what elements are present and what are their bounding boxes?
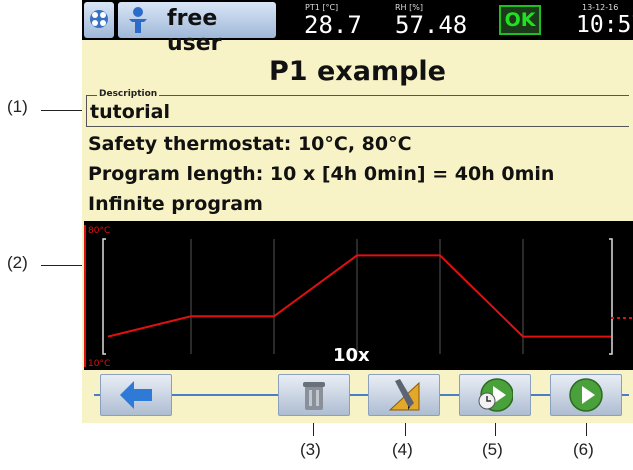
callout-2-leader xyxy=(41,265,86,266)
edit-pencil-ruler-icon xyxy=(388,379,420,411)
start-button[interactable] xyxy=(550,374,622,416)
home-icon xyxy=(90,10,108,28)
callout-6-leader xyxy=(586,421,587,436)
back-button[interactable] xyxy=(100,374,172,416)
description-caption: Description xyxy=(97,89,160,99)
back-arrow-icon xyxy=(120,381,152,409)
user-icon xyxy=(129,7,147,33)
user-button[interactable]: free user xyxy=(118,2,276,56)
callout-1: (1) xyxy=(7,97,28,116)
callout-3: (3) xyxy=(300,440,321,459)
callout-5-leader xyxy=(495,421,496,436)
description-field[interactable]: Description tutorial xyxy=(86,89,629,127)
status-ok-badge[interactable]: OK xyxy=(499,5,541,35)
callout-5: (5) xyxy=(482,440,503,459)
device-screen: free user PT1 [°C] 28.7 RH [%] 57.48 OK … xyxy=(82,0,633,423)
graph-profile-line xyxy=(107,254,611,338)
callout-6: (6) xyxy=(573,440,594,459)
bottom-toolbar xyxy=(82,370,633,423)
play-icon xyxy=(569,378,603,412)
delete-button[interactable] xyxy=(278,374,350,416)
graph-ymax-label: 80°C xyxy=(88,226,110,236)
callout-3-leader xyxy=(313,421,314,436)
edit-button[interactable] xyxy=(368,374,440,416)
program-profile-graph[interactable]: 80°C 10°C 10x xyxy=(84,221,633,370)
program-length-text: Program length: 10 x [4h 0min] = 40h 0mi… xyxy=(88,163,555,185)
program-title: P1 example xyxy=(269,56,446,87)
callout-1-leader xyxy=(41,110,86,111)
rh-value: 57.48 xyxy=(395,11,468,39)
time-label: 10:57 xyxy=(576,12,633,38)
status-bar: free user PT1 [°C] 28.7 RH [%] 57.48 OK … xyxy=(82,0,633,56)
callout-2: (2) xyxy=(7,253,28,272)
callout-4: (4) xyxy=(392,440,413,459)
date-label: 13-12-16 xyxy=(582,3,619,12)
toolbar-connector xyxy=(94,394,629,396)
home-button[interactable] xyxy=(84,2,114,38)
delayed-start-button[interactable] xyxy=(459,374,531,416)
safety-thermostat-text: Safety thermostat: 10°C, 80°C xyxy=(88,133,412,155)
trash-bin-icon xyxy=(303,382,325,410)
description-value: tutorial xyxy=(90,101,170,123)
pt1-value: 28.7 xyxy=(304,11,362,39)
callout-4-leader xyxy=(405,421,406,436)
user-label: free user xyxy=(167,6,222,56)
graph-repeat-label: 10x xyxy=(333,345,370,366)
graph-ymin-label: 10°C xyxy=(88,359,110,369)
infinite-program-text: Infinite program xyxy=(88,193,263,215)
start-delayed-icon xyxy=(478,378,513,412)
